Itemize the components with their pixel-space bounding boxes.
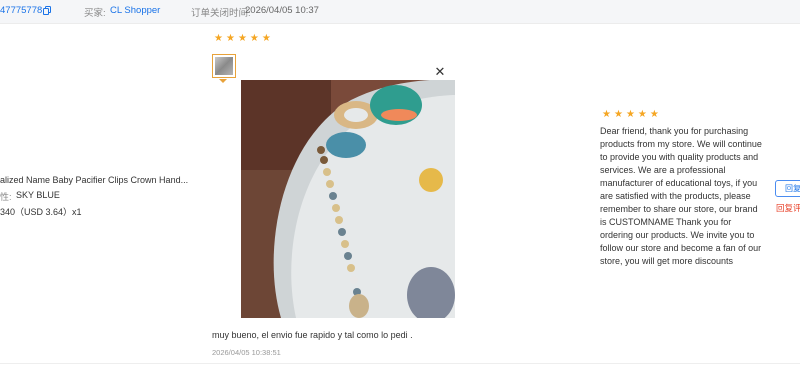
copy-icon[interactable] <box>43 6 51 15</box>
row-divider <box>0 363 800 364</box>
review-rating-stars: ★ ★ ★ ★ ★ <box>214 34 271 44</box>
reply-button[interactable]: 回复 <box>775 180 800 197</box>
reply-review-link[interactable]: 回复评 <box>776 202 800 214</box>
product-price: 340（USD 3.64）x1 <box>0 207 82 217</box>
star-icon: ★ <box>249 33 259 44</box>
review-time: 2026/04/05 10:38:51 <box>212 348 281 357</box>
sku-value: SKY BLUE <box>16 190 60 200</box>
photo-preview-popup: ✕ <box>241 62 455 318</box>
buyer-label: 买家: <box>84 8 106 19</box>
review-photo-thumbnail[interactable] <box>212 54 236 78</box>
review-comment: muy bueno, el envio fue rapido y tal com… <box>212 330 413 340</box>
product-name[interactable]: alized Name Baby Pacifier Clips Crown Ha… <box>0 175 188 185</box>
order-header-bar: 47775778 买家: CL Shopper 订单关闭时间: 2026/04/… <box>0 0 800 24</box>
buyer-name-link[interactable]: CL Shopper <box>110 5 160 16</box>
star-icon: ★ <box>237 33 247 44</box>
thumbnail-image <box>215 57 233 75</box>
thumbnail-selected-caret <box>219 79 227 83</box>
seller-reply-text: Dear friend, thank you for purchasing pr… <box>600 126 762 266</box>
star-icon: ★ <box>225 33 235 44</box>
order-number[interactable]: 47775778 <box>0 5 42 16</box>
review-photo <box>241 80 455 318</box>
order-closed-time: 2026/04/05 10:37 <box>245 5 319 16</box>
sku-label: 性: <box>0 192 12 202</box>
star-icon: ★ <box>214 33 223 44</box>
star-icon: ★ <box>625 109 635 120</box>
star-icon: ★ <box>613 109 623 120</box>
star-icon: ★ <box>261 33 271 44</box>
star-icon: ★ <box>637 109 647 120</box>
star-icon: ★ <box>602 109 611 120</box>
star-icon: ★ <box>649 109 659 120</box>
order-closed-label: 订单关闭时间: <box>191 8 251 19</box>
close-icon[interactable]: ✕ <box>432 64 448 80</box>
reply-rating-stars: ★ ★ ★ ★ ★ <box>602 110 659 120</box>
